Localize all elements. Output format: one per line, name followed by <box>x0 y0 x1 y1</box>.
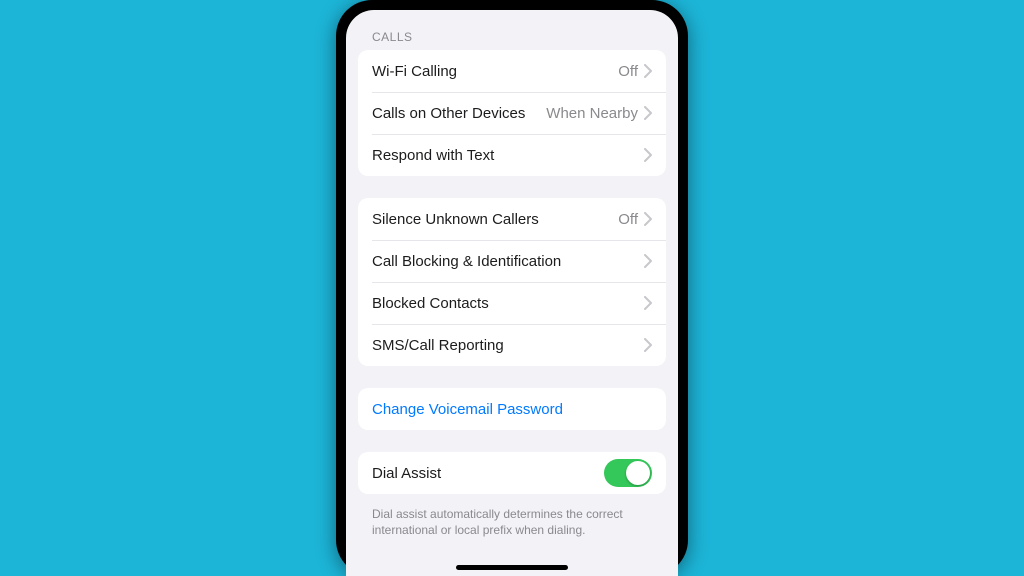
row-blocked-contacts[interactable]: Blocked Contacts <box>358 282 666 324</box>
row-respond-with-text[interactable]: Respond with Text <box>358 134 666 176</box>
chevron-right-icon <box>644 212 652 226</box>
toggle-knob <box>626 461 650 485</box>
call-blocking-label: Call Blocking & Identification <box>372 253 644 270</box>
row-dial-assist: Dial Assist <box>358 452 666 494</box>
dial-assist-label: Dial Assist <box>372 465 604 482</box>
group-voicemail: Change Voicemail Password <box>358 388 666 430</box>
chevron-right-icon <box>644 64 652 78</box>
silence-unknown-value: Off <box>618 211 638 228</box>
change-voicemail-label: Change Voicemail Password <box>372 401 563 418</box>
chevron-right-icon <box>644 106 652 120</box>
home-indicator <box>456 565 568 570</box>
row-wifi-calling[interactable]: Wi-Fi Calling Off <box>358 50 666 92</box>
group-calls: Wi-Fi Calling Off Calls on Other Devices… <box>358 50 666 176</box>
dial-assist-toggle[interactable] <box>604 459 652 487</box>
screen: CALLS Wi-Fi Calling Off Calls on Other D… <box>346 10 678 576</box>
section-header-calls: CALLS <box>346 18 678 50</box>
dial-assist-note: Dial assist automatically determines the… <box>346 500 678 538</box>
calls-other-label: Calls on Other Devices <box>372 105 546 122</box>
chevron-right-icon <box>644 254 652 268</box>
wifi-calling-label: Wi-Fi Calling <box>372 63 618 80</box>
row-silence-unknown-callers[interactable]: Silence Unknown Callers Off <box>358 198 666 240</box>
sms-call-reporting-label: SMS/Call Reporting <box>372 337 644 354</box>
row-sms-call-reporting[interactable]: SMS/Call Reporting <box>358 324 666 366</box>
calls-other-value: When Nearby <box>546 105 638 122</box>
chevron-right-icon <box>644 338 652 352</box>
group-dial-assist: Dial Assist <box>358 452 666 494</box>
wifi-calling-value: Off <box>618 63 638 80</box>
respond-text-label: Respond with Text <box>372 147 644 164</box>
row-change-voicemail-password[interactable]: Change Voicemail Password <box>358 388 666 430</box>
row-call-blocking-identification[interactable]: Call Blocking & Identification <box>358 240 666 282</box>
group-privacy: Silence Unknown Callers Off Call Blockin… <box>358 198 666 366</box>
silence-unknown-label: Silence Unknown Callers <box>372 211 618 228</box>
chevron-right-icon <box>644 296 652 310</box>
phone-frame: CALLS Wi-Fi Calling Off Calls on Other D… <box>336 0 688 576</box>
row-calls-on-other-devices[interactable]: Calls on Other Devices When Nearby <box>358 92 666 134</box>
settings-content: CALLS Wi-Fi Calling Off Calls on Other D… <box>346 10 678 576</box>
chevron-right-icon <box>644 148 652 162</box>
blocked-contacts-label: Blocked Contacts <box>372 295 644 312</box>
